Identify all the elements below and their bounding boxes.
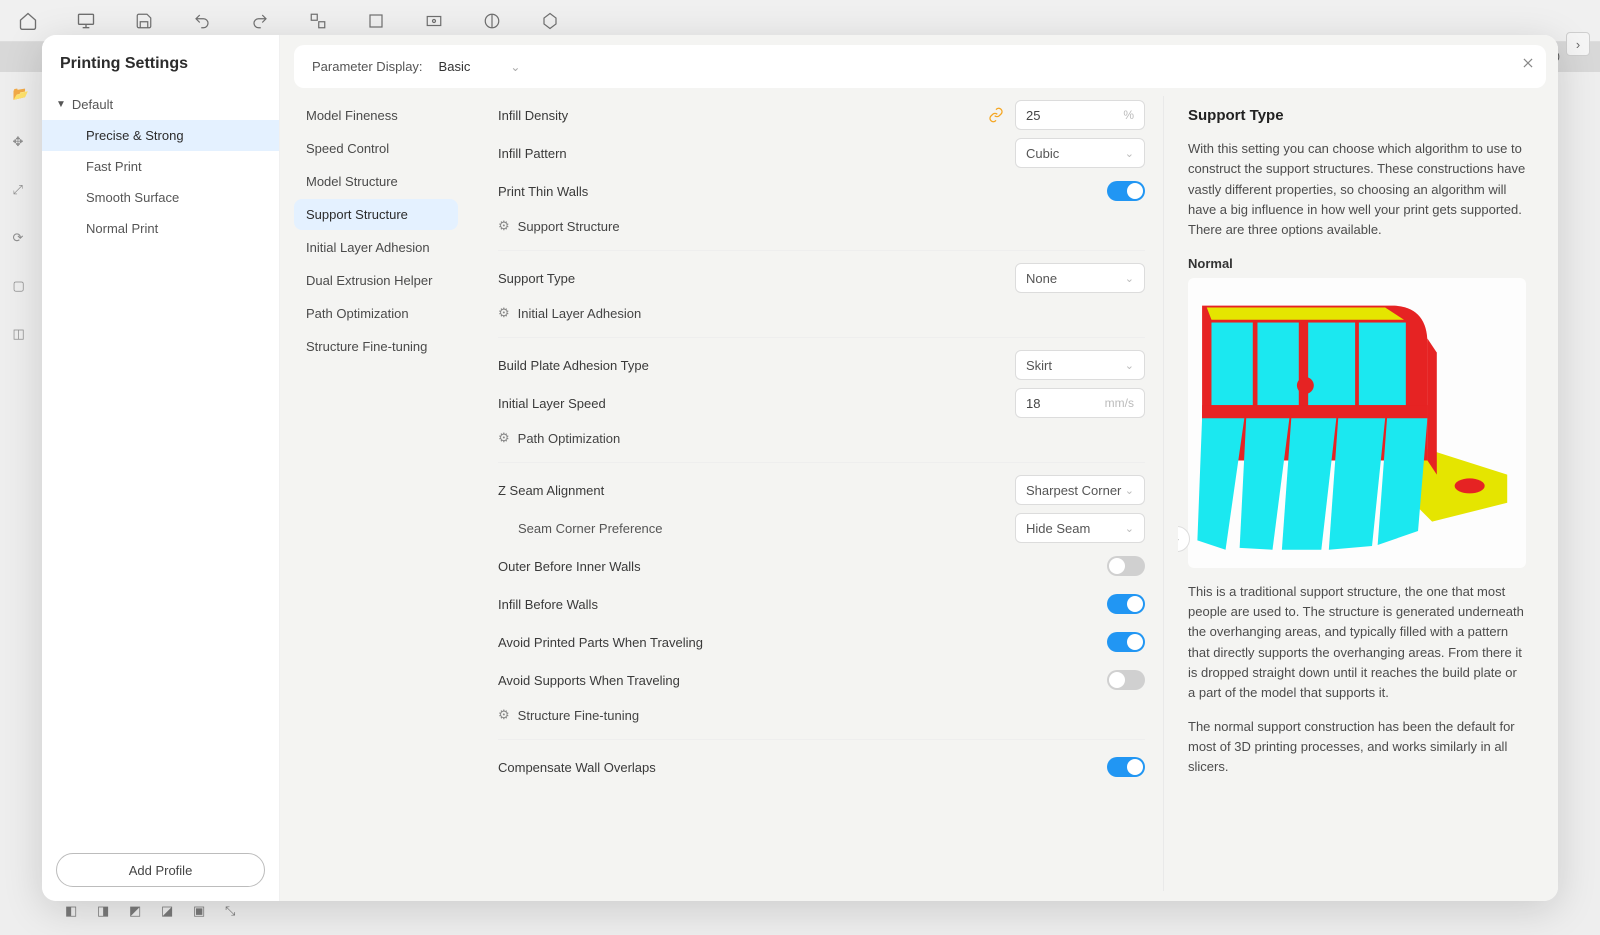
section-structure-fine-tuning: ⚙ Structure Fine-tuning: [498, 699, 1145, 731]
view-cube-3-icon[interactable]: ◩: [129, 903, 151, 925]
row-infill-pattern: Infill Pattern Cubic⌄: [498, 134, 1145, 172]
scale-icon[interactable]: ⤢: [13, 182, 43, 212]
row-infill-before-walls: Infill Before Walls: [498, 585, 1145, 623]
row-initial-layer-speed: Initial Layer Speed mm/s: [498, 384, 1145, 422]
section-support-structure: ⚙ Support Structure: [498, 210, 1145, 242]
tool-icon-1[interactable]: [304, 7, 332, 35]
help-p2: This is a traditional support structure,…: [1188, 582, 1526, 703]
printing-settings-modal: Printing Settings ▼ Default Precise & St…: [42, 35, 1558, 901]
help-mode-label: Normal: [1188, 254, 1526, 274]
profile-item-precise-strong[interactable]: Precise & Strong: [42, 120, 279, 151]
support-icon[interactable]: ◫: [13, 326, 43, 356]
row-build-plate-adhesion: Build Plate Adhesion Type Skirt⌄: [498, 346, 1145, 384]
infill-density-input[interactable]: %: [1015, 100, 1145, 130]
workspace-icon[interactable]: [72, 7, 100, 35]
save-icon[interactable]: [130, 7, 158, 35]
undo-icon[interactable]: [188, 7, 216, 35]
row-outer-before-inner: Outer Before Inner Walls: [498, 547, 1145, 585]
profile-sidebar: Printing Settings ▼ Default Precise & St…: [42, 35, 280, 901]
cat-support-structure[interactable]: Support Structure: [294, 199, 458, 230]
gear-icon: ⚙: [498, 218, 510, 234]
redo-icon[interactable]: [246, 7, 274, 35]
initial-layer-speed-input[interactable]: mm/s: [1015, 388, 1145, 418]
outer-before-inner-toggle[interactable]: [1107, 556, 1145, 576]
gear-icon: ⚙: [498, 305, 510, 321]
modal-title: Printing Settings: [42, 35, 279, 89]
view-cube-5-icon[interactable]: ▣: [193, 903, 215, 925]
cat-dual-extrusion-helper[interactable]: Dual Extrusion Helper: [294, 265, 458, 296]
chevron-down-icon: ⌄: [1125, 272, 1134, 285]
next-arrow-icon[interactable]: ›: [1566, 32, 1590, 56]
infill-before-walls-toggle[interactable]: [1107, 594, 1145, 614]
cat-initial-layer-adhesion[interactable]: Initial Layer Adhesion: [294, 232, 458, 263]
tool-icon-5[interactable]: [536, 7, 564, 35]
caret-down-icon: ▼: [56, 99, 66, 110]
infill-pattern-select[interactable]: Cubic⌄: [1015, 138, 1145, 168]
gear-icon: ⚙: [498, 707, 510, 723]
build-plate-adhesion-select[interactable]: Skirt⌄: [1015, 350, 1145, 380]
row-avoid-printed: Avoid Printed Parts When Traveling: [498, 623, 1145, 661]
chevron-down-icon: ⌄: [510, 60, 520, 74]
row-avoid-supports: Avoid Supports When Traveling: [498, 661, 1145, 699]
tool-icon-3[interactable]: [420, 7, 448, 35]
seam-corner-select[interactable]: Hide Seam⌄: [1015, 513, 1145, 543]
cat-model-structure[interactable]: Model Structure: [294, 166, 458, 197]
chevron-down-icon: ⌄: [1125, 522, 1134, 535]
settings-list[interactable]: Infill Density % Infill Pattern Cubic⌄: [472, 96, 1164, 891]
chevron-down-icon: ⌄: [1125, 147, 1134, 160]
help-p3: The normal support construction has been…: [1188, 717, 1526, 777]
compensate-overlaps-toggle[interactable]: [1107, 757, 1145, 777]
profile-item-normal-print[interactable]: Normal Print: [42, 213, 279, 244]
param-display-select[interactable]: Basic ⌄: [439, 59, 521, 74]
avoid-supports-toggle[interactable]: [1107, 670, 1145, 690]
cat-speed-control[interactable]: Speed Control: [294, 133, 458, 164]
profile-group-default[interactable]: ▼ Default: [42, 89, 279, 120]
home-icon[interactable]: [14, 7, 42, 35]
help-illustration: [1188, 278, 1526, 568]
help-panel[interactable]: › Support Type With this setting you can…: [1178, 96, 1546, 891]
help-title: Support Type: [1188, 104, 1526, 127]
view-cube-2-icon[interactable]: ◨: [97, 903, 119, 925]
profile-item-fast-print[interactable]: Fast Print: [42, 151, 279, 182]
close-button[interactable]: [1516, 51, 1540, 75]
add-profile-button[interactable]: Add Profile: [56, 853, 265, 887]
row-support-type: Support Type None⌄: [498, 259, 1145, 297]
chevron-down-icon: ⌄: [1125, 484, 1134, 497]
help-p1: With this setting you can choose which a…: [1188, 139, 1526, 240]
gear-icon: ⚙: [498, 430, 510, 446]
category-nav: Model Fineness Speed Control Model Struc…: [294, 96, 458, 891]
cat-model-fineness[interactable]: Model Fineness: [294, 100, 458, 131]
row-seam-corner-preference: Seam Corner Preference Hide Seam⌄: [498, 509, 1145, 547]
parameter-display-row: Parameter Display: Basic ⌄: [294, 45, 1546, 88]
tool-icon-4[interactable]: [478, 7, 506, 35]
row-z-seam-alignment: Z Seam Alignment Sharpest Corner⌄: [498, 471, 1145, 509]
profile-item-smooth-surface[interactable]: Smooth Surface: [42, 182, 279, 213]
row-compensate-wall-overlaps: Compensate Wall Overlaps: [498, 748, 1145, 786]
modal-main: Parameter Display: Basic ⌄ Model Finenes…: [280, 35, 1558, 901]
param-display-label: Parameter Display:: [312, 59, 423, 74]
row-print-thin-walls: Print Thin Walls: [498, 172, 1145, 210]
print-thin-walls-toggle[interactable]: [1107, 181, 1145, 201]
rotate-icon[interactable]: ⟳: [13, 230, 43, 260]
view-toolbar: ◧ ◨ ◩ ◪ ▣ ⤡: [65, 903, 247, 925]
avoid-printed-toggle[interactable]: [1107, 632, 1145, 652]
cat-structure-fine-tuning[interactable]: Structure Fine-tuning: [294, 331, 458, 362]
view-cube-1-icon[interactable]: ◧: [65, 903, 87, 925]
chevron-down-icon: ⌄: [1125, 359, 1134, 372]
view-cube-4-icon[interactable]: ◪: [161, 903, 183, 925]
open-icon[interactable]: 📂: [13, 86, 43, 116]
support-type-select[interactable]: None⌄: [1015, 263, 1145, 293]
expand-icon[interactable]: ⤡: [225, 903, 247, 925]
move-icon[interactable]: ✥: [13, 134, 43, 164]
z-seam-select[interactable]: Sharpest Corner⌄: [1015, 475, 1145, 505]
tool-icon-2[interactable]: [362, 7, 390, 35]
section-initial-layer-adhesion: ⚙ Initial Layer Adhesion: [498, 297, 1145, 329]
cat-path-optimization[interactable]: Path Optimization: [294, 298, 458, 329]
section-path-optimization: ⚙ Path Optimization: [498, 422, 1145, 454]
mirror-icon[interactable]: ▢: [13, 278, 43, 308]
row-infill-density: Infill Density %: [498, 96, 1145, 134]
profile-group-label: Default: [72, 97, 113, 112]
link-icon[interactable]: [987, 106, 1005, 124]
